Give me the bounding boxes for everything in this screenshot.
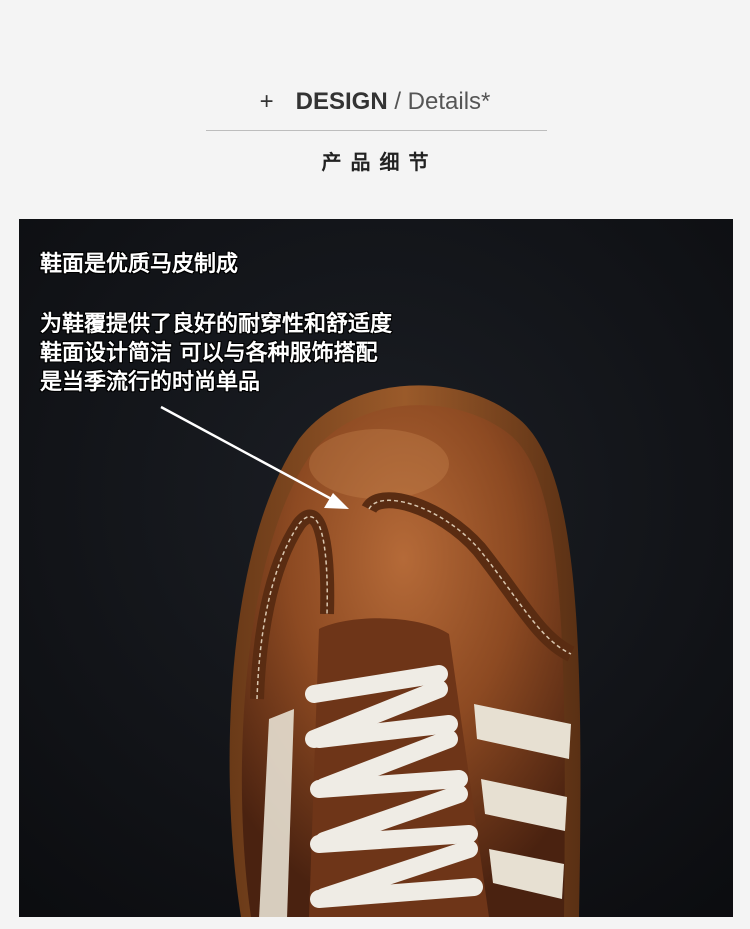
caption-line: 是当季流行的时尚单品	[40, 370, 261, 395]
caption-line: 为鞋覆提供了良好的耐穿性和舒适度	[40, 312, 393, 337]
caption-line: 鞋面设计简洁 可以与各种服饰搭配	[40, 341, 378, 366]
section-subtitle: 产品细节	[321, 150, 438, 174]
toe-highlight	[309, 429, 449, 499]
title-divider	[206, 130, 547, 131]
plus-icon: +	[259, 88, 274, 115]
design-label: DESIGN	[295, 88, 388, 115]
product-detail-photo: 鞋面是优质马皮制成 为鞋覆提供了良好的耐穿性和舒适度 鞋面设计简洁 可以与各种服…	[19, 219, 733, 917]
details-label: / Details*	[387, 88, 491, 115]
section-header: + DESIGN / Details* 产品细节	[0, 0, 750, 219]
section-title: + DESIGN / Details*	[0, 88, 750, 116]
caption-heading: 鞋面是优质马皮制成	[40, 252, 239, 277]
